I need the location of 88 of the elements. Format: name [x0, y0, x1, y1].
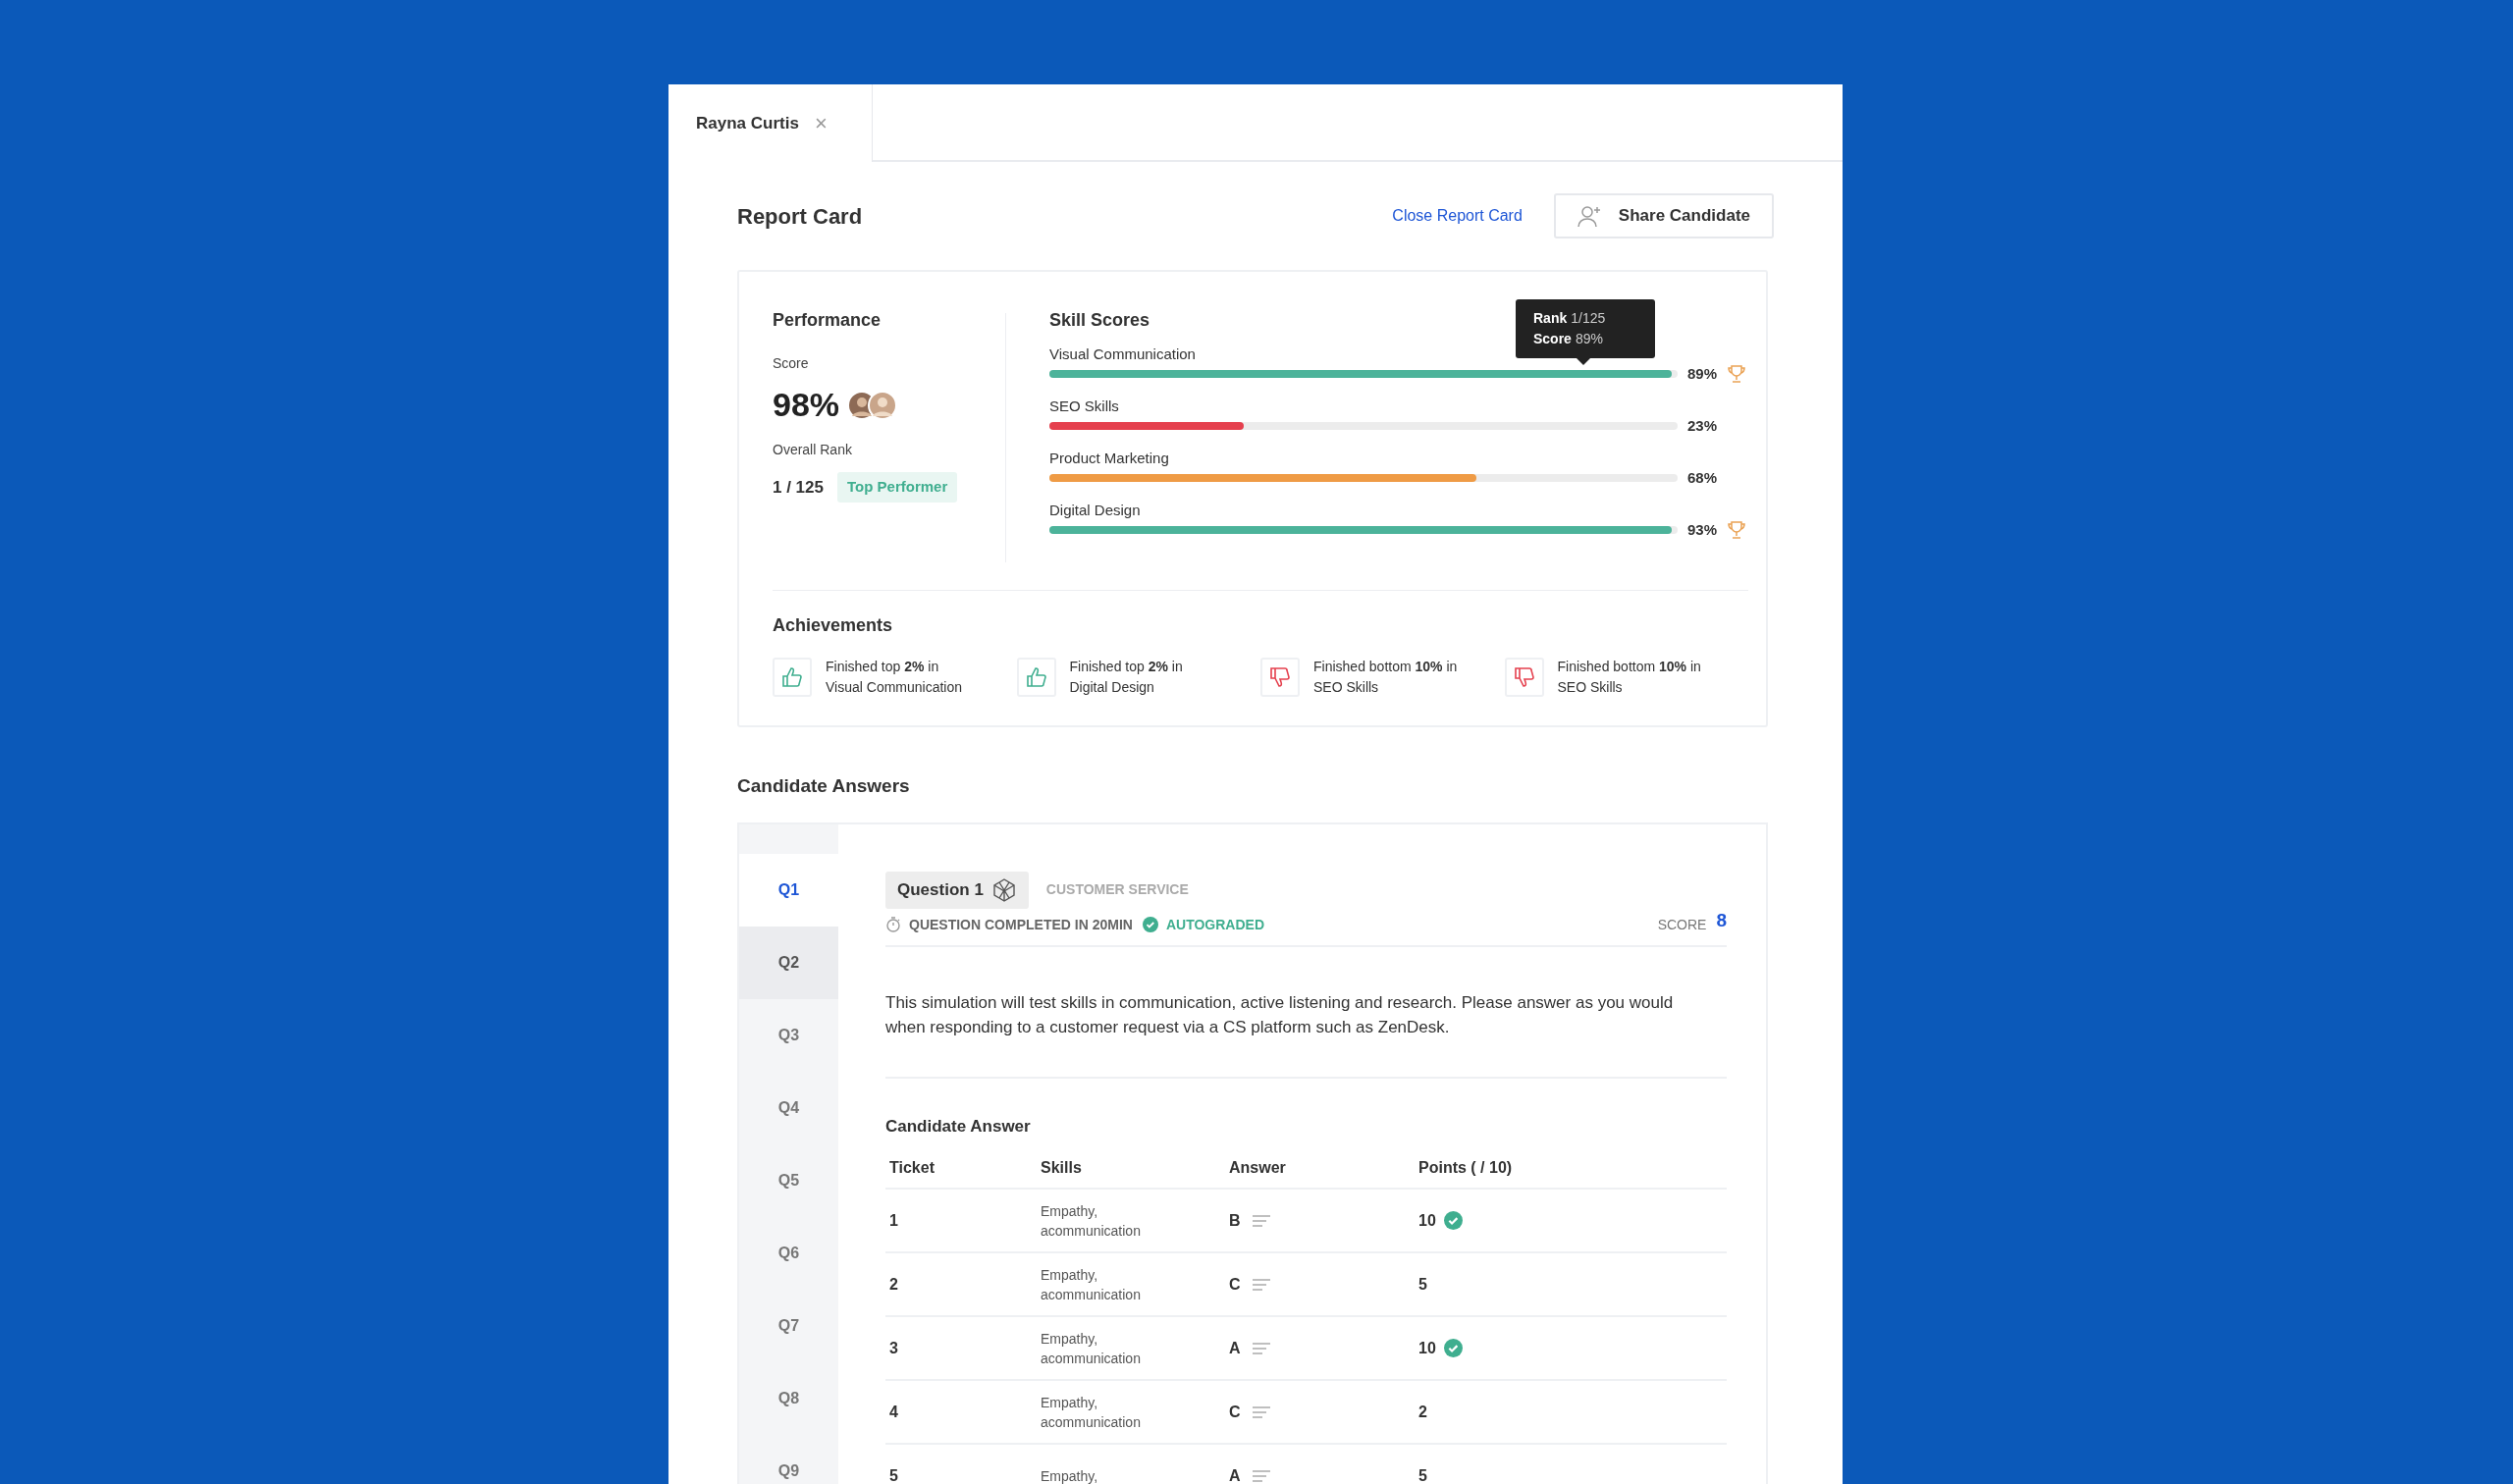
table-cell-text: 2	[1418, 1402, 1427, 1422]
table-cell-text: Empathy,	[1041, 1466, 1099, 1484]
table-cell-text: Empathy, acommunication	[1041, 1265, 1142, 1304]
question-tab[interactable]: Q1	[739, 853, 838, 927]
close-tab-button[interactable]: ×	[814, 112, 828, 134]
column-header: Answer	[1229, 1158, 1287, 1178]
table-cell-text: B	[1229, 1210, 1241, 1231]
tooltip-score-label: Score	[1533, 331, 1572, 346]
close-report-link[interactable]: Close Report Card	[1392, 204, 1523, 228]
stopwatch-icon	[885, 916, 901, 933]
column-header: Ticket	[889, 1158, 936, 1178]
table-cell-text: 10	[1418, 1338, 1436, 1358]
section-title: Skill Scores	[1049, 309, 1150, 332]
thumbs-down-icon	[1513, 666, 1535, 688]
check-icon	[1443, 1211, 1463, 1230]
text-lines-icon[interactable]	[1252, 1214, 1270, 1227]
question-tab[interactable]: Q8	[739, 1361, 838, 1435]
autograded-status: AUTOGRADED	[1165, 915, 1265, 934]
column-header: Skills	[1041, 1158, 1083, 1178]
section-title: Achievements	[773, 614, 894, 637]
question-tab[interactable]: Q7	[739, 1289, 838, 1362]
category-label: CUSTOMER SERVICE	[1045, 880, 1189, 899]
question-tab[interactable]: Q5	[739, 1143, 838, 1217]
achievement-text: Finished bottom 10% in SEO Skills	[1313, 658, 1459, 697]
trophy-icon	[1727, 364, 1746, 384]
score-label: Score	[773, 354, 810, 373]
text-lines-icon[interactable]	[1252, 1405, 1270, 1418]
table-cell-text: C	[1229, 1274, 1241, 1295]
tooltip-score: 89%	[1575, 331, 1603, 346]
completion-time: QUESTION COMPLETED IN 20MIN	[909, 915, 1133, 934]
score-value: 98%	[773, 385, 840, 425]
achievement-text: Finished bottom 10% in SEO Skills	[1557, 658, 1702, 697]
check-icon	[1142, 917, 1158, 932]
table-cell-text: 3	[889, 1338, 899, 1358]
skill-name: Digital Design	[1049, 501, 1141, 520]
tooltip-rank: 1/125	[1571, 310, 1606, 326]
table-cell-text: 10	[1418, 1210, 1436, 1231]
question-chip: Question 1	[885, 871, 1029, 909]
skill-name: Product Marketing	[1049, 449, 1169, 468]
check-icon	[1443, 1339, 1463, 1357]
section-title: Performance	[773, 309, 882, 332]
page-title: Report Card	[737, 202, 864, 231]
achievement-text: Finished top 2% in Digital Design	[1069, 658, 1184, 697]
skill-percent: 68%	[1687, 467, 1719, 488]
table-cell-text: 5	[1418, 1274, 1427, 1295]
table-cell-text: A	[1229, 1338, 1241, 1358]
skill-percent: 89%	[1687, 363, 1719, 384]
section-title: Candidate Answers	[737, 774, 911, 798]
table-cell-text: Empathy, acommunication	[1041, 1329, 1142, 1368]
column-header: Points ( / 10)	[1418, 1158, 1514, 1178]
table-cell-text: 1	[889, 1210, 899, 1231]
cube-icon	[990, 876, 1017, 903]
table-cell-text: 5	[889, 1465, 899, 1484]
text-lines-icon[interactable]	[1252, 1342, 1270, 1354]
table-cell-text: 2	[889, 1274, 899, 1295]
thumbs-up-icon	[781, 666, 803, 688]
question-tab[interactable]: Q9	[739, 1434, 838, 1484]
skill-name: Visual Communication	[1049, 344, 1196, 364]
table-cell-text: C	[1229, 1402, 1241, 1422]
tooltip-rank-label: Rank	[1533, 310, 1568, 326]
rank-label: Overall Rank	[773, 441, 853, 459]
table-cell-text: 5	[1418, 1465, 1427, 1484]
skill-name: SEO Skills	[1049, 397, 1119, 416]
achievement-text: Finished top 2% in Visual Communication	[826, 658, 964, 697]
skill-percent: 23%	[1687, 415, 1719, 436]
text-lines-icon[interactable]	[1252, 1469, 1270, 1482]
table-cell-text: 4	[889, 1402, 899, 1422]
table-cell-text: A	[1229, 1465, 1241, 1484]
score-label: SCORE	[1657, 915, 1707, 934]
table-cell-text: Empathy, acommunication	[1041, 1201, 1142, 1241]
trophy-icon	[1727, 520, 1746, 540]
thumbs-up-icon	[1025, 666, 1047, 688]
subsection-title: Candidate Answer	[885, 1115, 1032, 1138]
top-performer-badge: Top Performer	[837, 472, 958, 503]
question-score: 8	[1716, 908, 1727, 932]
text-lines-icon[interactable]	[1252, 1278, 1270, 1291]
question-tab[interactable]: Q3	[739, 998, 838, 1072]
table-cell-text: Empathy, acommunication	[1041, 1393, 1142, 1432]
question-tab[interactable]: Q6	[739, 1216, 838, 1290]
share-candidate-button[interactable]: Share Candidate	[1553, 193, 1774, 238]
question-tab[interactable]: Q2	[739, 926, 838, 999]
thumbs-down-icon	[1269, 666, 1291, 688]
tab-label[interactable]: Rayna Curtis	[696, 110, 799, 136]
question-tab[interactable]: Q4	[739, 1071, 838, 1144]
rank-value: 1 / 125	[773, 476, 824, 499]
question-description: This simulation will test skills in communication, active listening and research. Please answer as you would when responding to a customer request via a CS platform such as ZenDesk.	[885, 989, 1727, 1079]
skill-percent: 93%	[1687, 519, 1719, 540]
add-user-icon	[1577, 204, 1603, 228]
